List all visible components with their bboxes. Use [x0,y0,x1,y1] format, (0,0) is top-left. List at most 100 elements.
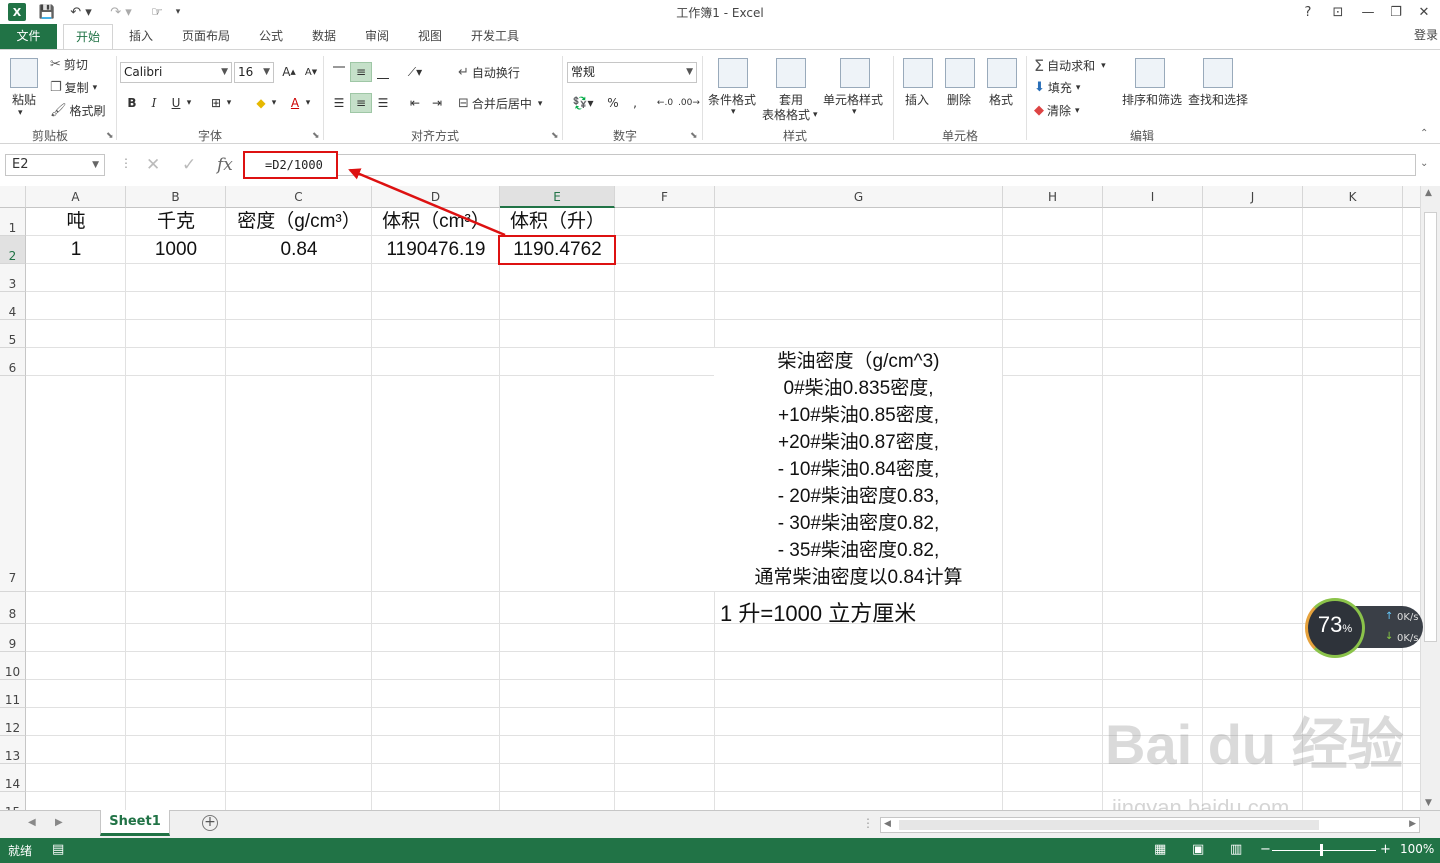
prev-sheet-icon[interactable]: ◀ [28,817,36,828]
column-header-g[interactable]: G [715,186,1003,208]
align-right-icon[interactable]: ☰ [372,93,394,113]
cell-styles-icon[interactable] [840,58,870,88]
tab-insert[interactable]: 插入 [121,24,161,50]
border-dropdown-icon[interactable]: ▾ [223,93,235,113]
cell-b1[interactable]: 千克 [126,208,226,236]
row-header-13[interactable]: 13 [0,736,26,764]
grow-font-icon[interactable]: A ▲ [278,62,300,82]
column-header-i[interactable]: I [1103,186,1203,208]
paste-icon[interactable] [10,58,38,88]
cell-b2[interactable]: 1000 [126,236,226,264]
align-center-icon[interactable]: ≡ [350,93,372,113]
expand-formula-bar-icon[interactable]: ⌄ [1420,158,1428,169]
cell-g7-note[interactable]: 柴油密度（g/cm^3) 0#柴油0.835密度, +10#柴油0.85密度, … [715,348,1002,591]
delete-cells-button[interactable]: 删除 [947,91,971,108]
insert-cells-button[interactable]: 插入 [905,91,929,108]
increase-decimal-icon[interactable]: ←.0 [654,93,676,113]
network-speed-widget[interactable]: ↑ 0K/s ↓ 0K/s 73% [1305,598,1423,658]
zoom-level[interactable]: 100% [1400,842,1434,856]
column-header-c[interactable]: C [226,186,372,208]
select-all-corner[interactable] [0,186,26,208]
cell-c2[interactable]: 0.84 [226,236,372,264]
shrink-font-icon[interactable]: A ▼ [300,62,322,82]
increase-indent-icon[interactable]: ⇥ [426,93,448,113]
conditional-formatting-dropdown-icon[interactable]: ▾ [731,107,736,117]
row-header-12[interactable]: 12 [0,708,26,736]
cell-styles-button[interactable]: 单元格样式 [823,91,883,108]
align-top-icon[interactable]: ⎺ [328,62,350,82]
column-header-h[interactable]: H [1003,186,1103,208]
column-header-e[interactable]: E [500,186,615,208]
underline-dropdown-icon[interactable]: ▾ [183,93,195,113]
cell-d1[interactable]: 体积（cm³） [372,208,500,236]
conditional-formatting-icon[interactable] [718,58,748,88]
clipboard-launcher-icon[interactable]: ⬊ [106,131,114,141]
scrollbar-thumb[interactable] [1424,212,1437,642]
delete-cells-icon[interactable] [945,58,975,88]
formula-input[interactable]: =D2/1000 [243,151,338,179]
cell-e1[interactable]: 体积（升） [500,208,615,236]
fill-button[interactable]: ⬇ 填充 ▾ [1034,79,1080,96]
insert-function-icon[interactable]: fx [217,155,233,175]
name-box[interactable]: E2 ▼ [5,154,105,176]
row-header-5[interactable]: 5 [0,320,26,348]
next-sheet-icon[interactable]: ▶ [55,817,63,828]
zoom-slider[interactable] [1272,850,1376,851]
scroll-left-icon[interactable]: ◀ [884,819,891,829]
tab-review[interactable]: 审阅 [357,24,397,50]
sort-filter-icon[interactable] [1135,58,1165,88]
row-header-15[interactable]: 15 [0,792,26,810]
align-left-icon[interactable]: ☰ [328,93,350,113]
restore-button[interactable]: ❐ [1384,2,1408,22]
number-launcher-icon[interactable]: ⬊ [690,131,698,141]
fill-color-dropdown-icon[interactable]: ▾ [268,93,280,113]
paste-dropdown-icon[interactable]: ▾ [18,108,23,118]
format-as-table-icon[interactable] [776,58,806,88]
row-header-1[interactable]: 1 [0,208,26,236]
horizontal-scrollbar[interactable]: ◀ ▶ [880,817,1420,833]
column-header-a[interactable]: A [26,186,126,208]
cell-a2[interactable]: 1 [26,236,126,264]
page-layout-view-icon[interactable]: ▣ [1192,842,1204,857]
tab-page-layout[interactable]: 页面布局 [172,24,240,50]
column-header-k[interactable]: K [1303,186,1403,208]
row-header-6[interactable]: 6 [0,348,26,376]
vertical-scrollbar[interactable]: ▲ ▼ [1420,186,1440,810]
font-name-select[interactable]: Calibri ▼ [120,62,232,83]
enter-check-icon[interactable]: ✓ [182,155,196,175]
row-header-8[interactable]: 8 [0,592,26,624]
zoom-out-button[interactable]: − [1260,842,1271,857]
sheet-tab-sheet1[interactable]: Sheet1 [100,810,170,836]
cell-a1[interactable]: 吨 [26,208,126,236]
alignment-launcher-icon[interactable]: ⬊ [551,131,559,141]
bold-button[interactable]: B [121,93,143,113]
zoom-slider-thumb[interactable] [1320,844,1323,856]
sort-filter-button[interactable]: 排序和筛选 [1122,91,1182,108]
decrease-decimal-icon[interactable]: .00→ [678,93,700,113]
zoom-in-button[interactable]: + [1380,842,1391,857]
format-painter-button[interactable]: 🖌 格式刷 [50,102,106,119]
row-header-4[interactable]: 4 [0,292,26,320]
number-format-select[interactable]: 常规 ▼ [567,62,697,83]
tab-view[interactable]: 视图 [410,24,450,50]
cell-styles-dropdown-icon[interactable]: ▾ [852,107,857,117]
hscroll-thumb[interactable] [899,820,1319,830]
merge-center-button[interactable]: ⊟ 合并后居中 ▾ [458,95,542,112]
help-button[interactable]: ? [1296,2,1320,22]
clear-button[interactable]: ◆ 清除 ▾ [1034,102,1080,119]
tab-developer[interactable]: 开发工具 [462,24,528,50]
scroll-up-icon[interactable]: ▲ [1425,188,1432,198]
accounting-format-icon[interactable]: 💱▾ [568,93,598,113]
format-cells-icon[interactable] [987,58,1017,88]
row-header-14[interactable]: 14 [0,764,26,792]
sign-in-link[interactable]: 登录 [1414,26,1438,43]
tab-formulas[interactable]: 公式 [251,24,291,50]
scroll-down-icon[interactable]: ▼ [1425,798,1432,808]
align-middle-icon[interactable]: ≡ [350,62,372,82]
split-grip-icon[interactable]: ⋮ [862,816,874,830]
column-header-d[interactable]: D [372,186,500,208]
ribbon-options-button[interactable]: ⊡ [1326,2,1350,22]
font-color-dropdown-icon[interactable]: ▾ [302,93,314,113]
font-launcher-icon[interactable]: ⬊ [312,131,320,141]
format-as-table-button[interactable]: 表格格式 ▾ [762,106,818,123]
